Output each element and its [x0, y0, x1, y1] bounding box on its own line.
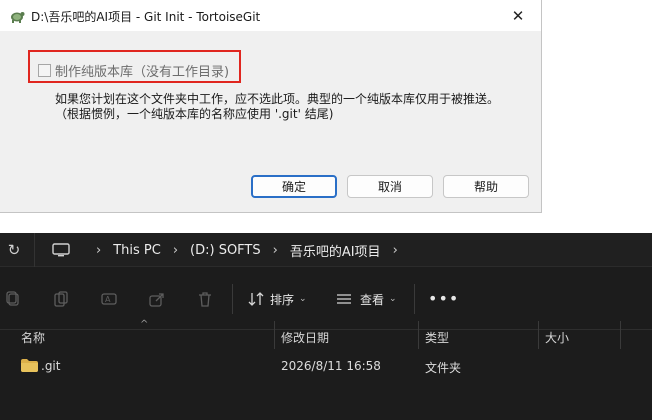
help-button[interactable]: 帮助 — [443, 175, 529, 198]
bare-repo-option[interactable]: 制作纯版本库（没有工作目录) — [38, 61, 229, 80]
close-icon: ✕ — [511, 6, 525, 25]
column-divider[interactable] — [418, 321, 419, 349]
file-type: 文件夹 — [425, 361, 462, 375]
folder-icon — [21, 359, 38, 372]
breadcrumb-this-pc[interactable]: This PC — [113, 243, 161, 258]
file-name: .git — [41, 359, 61, 373]
view-button[interactable]: 查看 ⌄ — [336, 288, 397, 310]
address-bar: ↻ › This PC › (D:) SOFTS › 吾乐吧的AI项目 › — [0, 233, 652, 267]
file-explorer: ↻ › This PC › (D:) SOFTS › 吾乐吧的AI项目 › A — [0, 233, 652, 420]
refresh-icon[interactable]: ↻ — [6, 241, 22, 259]
chevron-right-icon[interactable]: › — [273, 243, 278, 258]
column-divider[interactable] — [274, 321, 275, 349]
breadcrumb-drive[interactable]: (D:) SOFTS — [190, 243, 261, 258]
divider — [34, 233, 35, 267]
bare-repo-label: 制作纯版本库（没有工作目录) — [55, 65, 230, 80]
sort-icon — [248, 292, 264, 306]
toolbar-divider — [414, 284, 415, 314]
toolbar-divider — [232, 284, 233, 314]
tortoisegit-icon — [11, 12, 25, 23]
sort-ascending-icon: ^ — [140, 319, 149, 330]
ok-button[interactable]: 确定 — [251, 175, 337, 198]
dialog-title: D:\吾乐吧的AI项目 - Git Init - TortoiseGit — [31, 10, 261, 24]
sort-button[interactable]: 排序 ⌄ — [248, 288, 307, 310]
column-divider[interactable] — [620, 321, 621, 349]
monitor-icon[interactable] — [52, 243, 70, 257]
view-list-icon — [337, 294, 351, 304]
column-type[interactable]: 类型 — [425, 329, 449, 346]
column-divider[interactable] — [538, 321, 539, 349]
copy-path-icon[interactable] — [4, 290, 22, 308]
share-icon[interactable] — [148, 290, 166, 308]
file-modified: 2026/8/11 16:58 — [281, 359, 381, 373]
chevron-right-icon[interactable]: › — [393, 243, 398, 258]
chevron-right-icon[interactable]: › — [173, 243, 178, 258]
more-options-icon[interactable]: ••• — [428, 289, 459, 308]
rename-icon[interactable]: A — [100, 290, 118, 308]
chevron-down-icon: ⌄ — [299, 294, 307, 304]
bare-repo-checkbox[interactable] — [38, 64, 51, 77]
chevron-right-icon[interactable]: › — [96, 243, 101, 258]
breadcrumb: › This PC › (D:) SOFTS › 吾乐吧的AI项目 › — [52, 233, 410, 267]
svg-text:A: A — [105, 295, 111, 304]
git-init-dialog: D:\吾乐吧的AI项目 - Git Init - TortoiseGit ✕ 制… — [0, 0, 542, 213]
view-label: 查看 — [360, 292, 385, 307]
dialog-titlebar: D:\吾乐吧的AI项目 - Git Init - TortoiseGit ✕ — [0, 0, 541, 31]
column-header-row: ^ 名称 修改日期 类型 大小 — [0, 319, 652, 349]
cancel-button[interactable]: 取消 — [347, 175, 433, 198]
bare-repo-hint: 如果您计划在这个文件夹中工作，应不选此项。典型的一个纯版本库仅用于被推送。（根据… — [55, 92, 500, 121]
column-modified[interactable]: 修改日期 — [281, 329, 329, 346]
sort-label: 排序 — [270, 292, 295, 307]
breadcrumb-folder[interactable]: 吾乐吧的AI项目 — [290, 241, 381, 260]
column-size[interactable]: 大小 — [545, 329, 569, 346]
file-row[interactable]: .git 2026/8/11 16:58 文件夹 — [0, 355, 652, 377]
chevron-down-icon: ⌄ — [389, 294, 397, 304]
close-button[interactable]: ✕ — [495, 0, 541, 31]
delete-icon[interactable] — [196, 290, 214, 308]
paste-icon[interactable] — [52, 290, 70, 308]
column-name[interactable]: 名称 — [21, 329, 45, 346]
